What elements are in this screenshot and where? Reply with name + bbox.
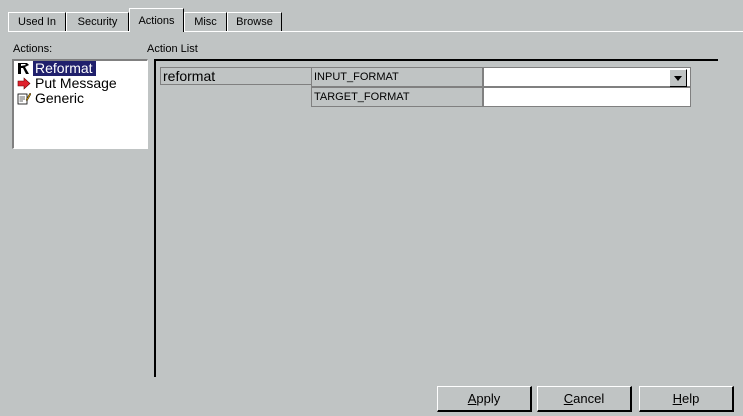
tab-used-in[interactable]: Used In [8,12,66,31]
help-button-label: Help [672,391,700,406]
tab-label: Used In [18,16,56,28]
input-format-dropdown-button[interactable] [669,69,687,87]
actions-label: Actions: [13,43,53,55]
tab-label: Security [77,16,118,28]
param-name-input-format: INPUT_FORMAT [311,67,483,87]
action-item-label: Put Message [35,75,117,91]
apply-button-label: Apply [467,391,501,406]
cancel-button-label: Cancel [563,391,605,406]
action-list-label: Action List [147,43,198,55]
action-item-generic[interactable]: Generic [14,91,147,106]
param-name-target-format: TARGET_FORMAT [311,87,483,107]
action-item-label: Reformat [33,61,96,76]
action-item-reformat[interactable]: Reformat [14,61,147,76]
chevron-down-icon [674,72,682,84]
input-format-combo[interactable] [483,67,691,87]
action-list-grid: reformat INPUT_FORMAT TARGET_FORMAT [154,59,718,377]
arrow-right-icon [16,77,32,91]
help-button[interactable]: Help [639,386,734,412]
target-format-field[interactable] [483,87,691,107]
apply-button[interactable]: Apply [437,386,532,412]
cancel-button[interactable]: Cancel [537,386,632,412]
actions-listbox[interactable]: Reformat Put Message Generic [12,59,148,149]
document-pencil-icon [16,92,32,106]
action-item-put-message[interactable]: Put Message [14,76,147,91]
tab-strip: Used In Security Actions Misc Browse [8,8,743,32]
tab-actions[interactable]: Actions [129,8,184,32]
action-name-cell: reformat [160,67,312,85]
action-item-label: Generic [35,90,85,106]
tab-browse[interactable]: Browse [227,12,282,31]
reformat-icon [16,62,32,76]
tab-security[interactable]: Security [66,12,129,31]
tab-divider [8,31,743,32]
tab-label: Actions [138,14,175,27]
tab-label: Browse [236,16,273,28]
tab-misc[interactable]: Misc [184,12,227,31]
tab-label: Misc [194,16,217,28]
